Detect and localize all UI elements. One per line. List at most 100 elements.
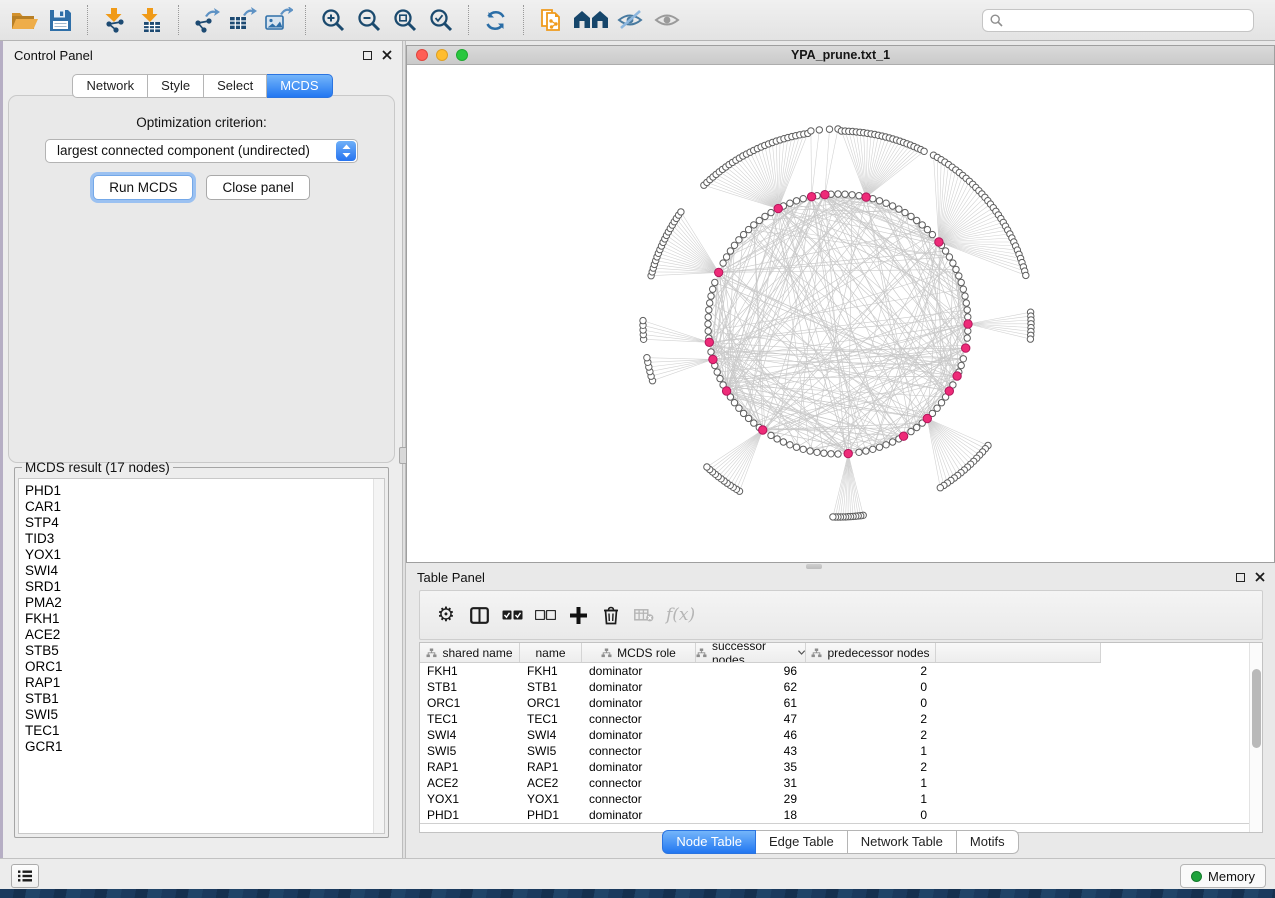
table-row[interactable]: ORC1ORC1dominator610 xyxy=(420,695,1263,711)
zoom-selected-icon[interactable] xyxy=(423,3,459,37)
export-image-icon[interactable] xyxy=(260,3,296,37)
network-window-titlebar[interactable]: YPA_prune.txt_1 xyxy=(407,46,1274,65)
control-panel-title: Control Panel xyxy=(14,48,93,63)
save-session-icon[interactable] xyxy=(42,3,78,37)
tab-select[interactable]: Select xyxy=(204,74,267,98)
export-network-icon[interactable] xyxy=(188,3,224,37)
table-row[interactable]: SWI5SWI5connector431 xyxy=(420,743,1263,759)
column-header-shared-name[interactable]: shared name xyxy=(420,643,520,662)
close-table-panel-icon[interactable] xyxy=(1255,572,1265,582)
horizontal-splitter-grip[interactable] xyxy=(806,564,822,569)
workspace: YPA_prune.txt_1 Table Panel ⚙ xyxy=(406,41,1275,858)
float-panel-icon[interactable] xyxy=(363,51,372,60)
search-input[interactable] xyxy=(1008,14,1253,28)
tab-motifs[interactable]: Motifs xyxy=(957,830,1019,854)
export-table-icon[interactable] xyxy=(224,3,260,37)
mcds-node-item[interactable]: ACE2 xyxy=(25,627,384,643)
list-scrollbar[interactable] xyxy=(373,479,384,833)
table-row[interactable]: SWI4SWI4dominator462 xyxy=(420,727,1263,743)
close-panel-button[interactable]: Close panel xyxy=(206,175,309,200)
close-window-icon[interactable] xyxy=(416,49,428,61)
mcds-result-list[interactable]: PHD1CAR1STP4TID3YOX1SWI4SRD1PMA2FKH1ACE2… xyxy=(18,478,385,834)
table-row[interactable]: YOX1YOX1connector291 xyxy=(420,791,1263,807)
network-window: YPA_prune.txt_1 xyxy=(406,45,1275,563)
table-row[interactable]: RAP1RAP1dominator352 xyxy=(420,759,1263,775)
mcds-node-item[interactable]: ORC1 xyxy=(25,659,384,675)
toolbar-separator xyxy=(87,5,88,35)
column-header-mcds-role[interactable]: MCDS role xyxy=(582,643,696,662)
import-network-icon[interactable] xyxy=(97,3,133,37)
mcds-node-item[interactable]: SRD1 xyxy=(25,579,384,595)
table-row[interactable]: TEC1TEC1connector472 xyxy=(420,711,1263,727)
tab-mcds[interactable]: MCDS xyxy=(267,74,332,98)
control-panel-tabs: NetworkStyleSelectMCDS xyxy=(3,74,402,98)
show-all-icon[interactable] xyxy=(649,3,685,37)
close-panel-icon[interactable] xyxy=(382,50,392,60)
scrollbar-thumb[interactable] xyxy=(1252,669,1261,748)
memory-button[interactable]: Memory xyxy=(1180,864,1266,888)
zoom-out-icon[interactable] xyxy=(351,3,387,37)
float-table-panel-icon[interactable] xyxy=(1236,573,1245,582)
hide-selected-icon[interactable] xyxy=(613,3,649,37)
table-row[interactable]: STB1STB1dominator620 xyxy=(420,679,1263,695)
tab-node-table[interactable]: Node Table xyxy=(662,830,756,854)
tab-style[interactable]: Style xyxy=(148,74,204,98)
mcds-node-item[interactable]: STP4 xyxy=(25,515,384,531)
tab-edge-table[interactable]: Edge Table xyxy=(756,830,848,854)
open-file-icon[interactable] xyxy=(6,3,42,37)
network-window-title: YPA_prune.txt_1 xyxy=(791,48,890,62)
minimize-window-icon[interactable] xyxy=(436,49,448,61)
mcds-node-item[interactable]: YOX1 xyxy=(25,547,384,563)
refresh-icon[interactable] xyxy=(478,3,514,37)
mcds-node-item[interactable]: TID3 xyxy=(25,531,384,547)
mcds-node-item[interactable]: SWI5 xyxy=(25,707,384,723)
mcds-tab-content: Optimization criterion: largest connecte… xyxy=(8,95,395,463)
criterion-selected-value: largest connected component (undirected) xyxy=(57,143,310,158)
tab-network-table[interactable]: Network Table xyxy=(848,830,957,854)
table-row[interactable]: FKH1FKH1dominator962 xyxy=(420,663,1263,679)
mcds-node-item[interactable]: CAR1 xyxy=(25,499,384,515)
mcds-node-item[interactable]: STB1 xyxy=(25,691,384,707)
table-row[interactable]: ACE2ACE2connector311 xyxy=(420,775,1263,791)
mcds-node-item[interactable]: RAP1 xyxy=(25,675,384,691)
delete-icon[interactable] xyxy=(600,603,622,627)
zoom-window-icon[interactable] xyxy=(456,49,468,61)
import-table-icon[interactable] xyxy=(133,3,169,37)
optimization-criterion-label: Optimization criterion: xyxy=(9,115,394,130)
table-scrollbar[interactable] xyxy=(1249,643,1262,832)
first-neighbors-icon[interactable] xyxy=(569,3,613,37)
mcds-node-item[interactable]: TEC1 xyxy=(25,723,384,739)
deselect-all-icon[interactable] xyxy=(534,603,556,627)
table-row[interactable]: PHD1PHD1dominator180 xyxy=(420,807,1263,823)
column-header-successor-nodes[interactable]: successor nodes xyxy=(696,643,806,662)
column-header-predecessor-nodes[interactable]: predecessor nodes xyxy=(806,643,936,662)
run-mcds-button[interactable]: Run MCDS xyxy=(93,175,193,200)
columns-icon[interactable] xyxy=(468,603,490,627)
mcds-node-item[interactable]: FKH1 xyxy=(25,611,384,627)
mcds-node-item[interactable]: SWI4 xyxy=(25,563,384,579)
function-builder-icon[interactable]: f(x) xyxy=(666,603,695,627)
mcds-node-item[interactable]: PMA2 xyxy=(25,595,384,611)
select-all-icon[interactable] xyxy=(501,603,523,627)
column-header-filler xyxy=(936,643,1101,662)
network-graph[interactable] xyxy=(407,66,1274,563)
select-stepper-icon xyxy=(336,141,356,161)
mcds-node-item[interactable]: GCR1 xyxy=(25,739,384,755)
zoom-fit-icon[interactable] xyxy=(387,3,423,37)
column-header-name[interactable]: name xyxy=(520,643,582,662)
tab-network[interactable]: Network xyxy=(72,74,148,98)
mcds-node-item[interactable]: PHD1 xyxy=(25,483,384,499)
zoom-in-icon[interactable] xyxy=(315,3,351,37)
toolbar-separator xyxy=(305,5,306,35)
mcds-node-item[interactable]: STB5 xyxy=(25,643,384,659)
table-header: shared namenameMCDS rolesuccessor nodesp… xyxy=(420,643,1101,663)
search-box[interactable] xyxy=(982,9,1254,32)
task-history-button[interactable] xyxy=(11,864,39,888)
duplicate-network-icon[interactable] xyxy=(533,3,569,37)
delete-table-icon[interactable] xyxy=(633,603,655,627)
gear-icon[interactable]: ⚙ xyxy=(435,603,457,627)
list-icon xyxy=(17,869,33,883)
optimization-criterion-select[interactable]: largest connected component (undirected) xyxy=(45,139,358,163)
add-icon[interactable] xyxy=(567,603,589,627)
table-toolbar: ⚙ f(x) xyxy=(419,590,1263,640)
